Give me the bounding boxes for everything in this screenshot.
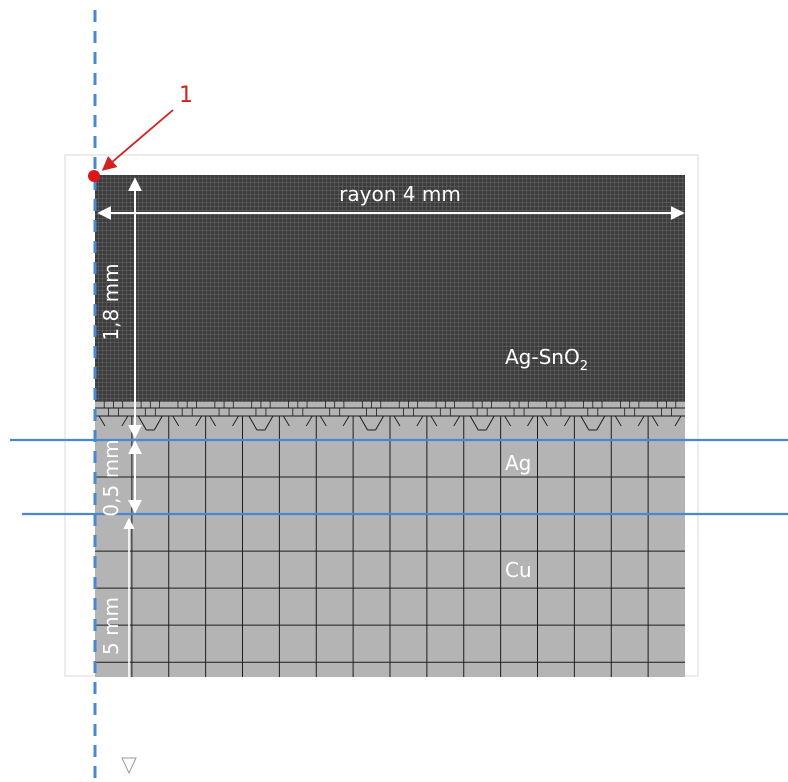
material-label-ag: Ag [505,451,531,475]
material-label-cu: Cu [505,558,532,582]
mesh-diagram: 1 rayon 4 mm 1,8 mm 0,5 mm 5 mm Ag-SnO2 … [10,10,788,778]
coarse-mesh [95,400,685,677]
fine-mesh [95,175,685,401]
radius-label: rayon 4 mm [339,182,461,206]
mid-height-label: 0,5 mm [99,439,123,516]
callout-number: 1 [179,83,193,108]
mesh-figure: 1 rayon 4 mm 1,8 mm 0,5 mm 5 mm Ag-SnO2 … [0,0,788,778]
top-height-label: 1,8 mm [99,263,123,340]
bottom-height-label: 5 mm [99,597,123,655]
bottom-arrow-head [121,757,137,775]
reference-point-1 [88,170,100,182]
